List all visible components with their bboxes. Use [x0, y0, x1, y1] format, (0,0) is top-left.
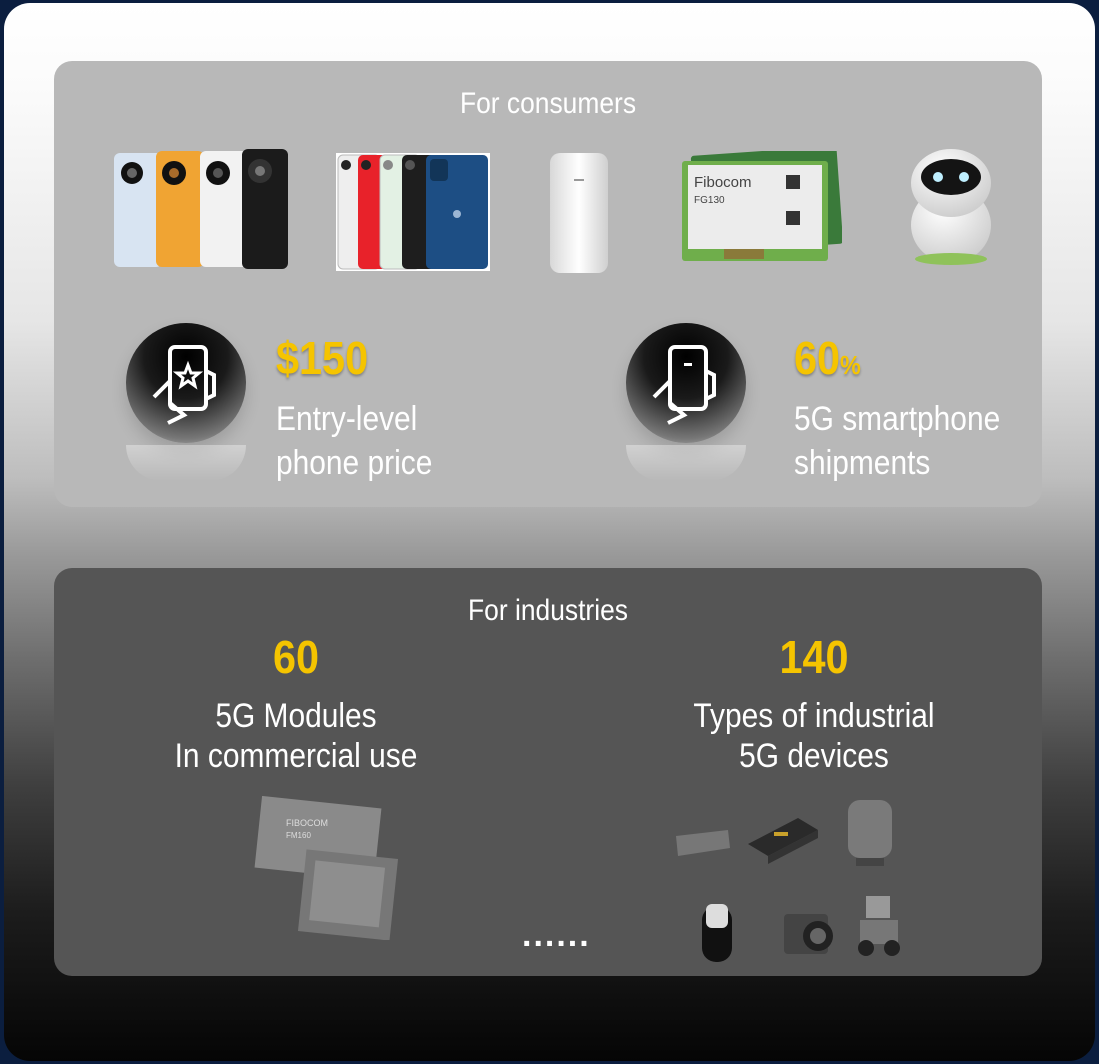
stat-reflection [126, 445, 246, 481]
stat-label-industrial-devices: Types of industrial 5G devices [638, 696, 990, 776]
stat-label-5g-modules: 5G Modules In commercial use [120, 696, 472, 776]
industries-panel: For industries 60 5G Modules In commerci… [54, 568, 1042, 976]
gateway-device [748, 818, 818, 864]
outdoor-cpe-device [848, 800, 892, 866]
stat-label-line: 5G Modules [215, 697, 377, 735]
fibocom-module-image: Fibocom FG130 [682, 151, 842, 261]
stat-label-line: 5G smartphone [794, 400, 1001, 438]
stat-value-industrial-devices: 140 [779, 631, 849, 683]
stat-label-line: In commercial use [174, 737, 418, 775]
security-camera-device [702, 904, 732, 962]
huawei-phones-image [114, 149, 288, 269]
cpe-router-image [550, 153, 608, 273]
iphones-image [336, 153, 490, 271]
more-ellipsis: ...... [522, 916, 591, 954]
svg-text:FG130: FG130 [694, 195, 725, 206]
stat-value-5g-modules: 60 [272, 631, 320, 683]
stat-label-smartphone-shipments: 5G smartphone shipments [794, 397, 1000, 485]
consumers-title: For consumers [459, 87, 637, 120]
phone-hand-icon [626, 323, 746, 443]
stat-value-smartphone-shipments: 60% [794, 332, 861, 384]
stat-reflection [626, 445, 746, 481]
svg-text:FM160: FM160 [286, 831, 311, 840]
module-brand: Fibocom [694, 174, 752, 191]
stat-label-phone-price: Entry-level phone price [276, 397, 432, 485]
consumers-panel: For consumers Fibocom FG130 $150 Entry-l… [54, 61, 1042, 507]
stat-label-line: shipments [794, 444, 931, 482]
router-device [676, 798, 730, 856]
industrial-devices-image [676, 798, 900, 962]
industrial-camera-device [784, 914, 833, 954]
module-brand: FIBOCOM [286, 818, 328, 828]
robot-image [911, 149, 991, 265]
stat-value-phone-price: $150 [276, 332, 369, 384]
inspection-robot-device [858, 896, 900, 956]
stat-label-line: 5G devices [739, 737, 889, 775]
stat-label-line: Entry-level [276, 400, 418, 438]
phone-star-icon [126, 323, 246, 443]
stat-label-line: Types of industrial [693, 697, 935, 735]
slide: For consumers Fibocom FG130 $150 Entry-l… [4, 3, 1095, 1061]
5g-modules-image: FIBOCOM FM160 [254, 796, 398, 940]
industries-title: For industries [468, 594, 628, 627]
stat-label-line: phone price [276, 444, 433, 482]
